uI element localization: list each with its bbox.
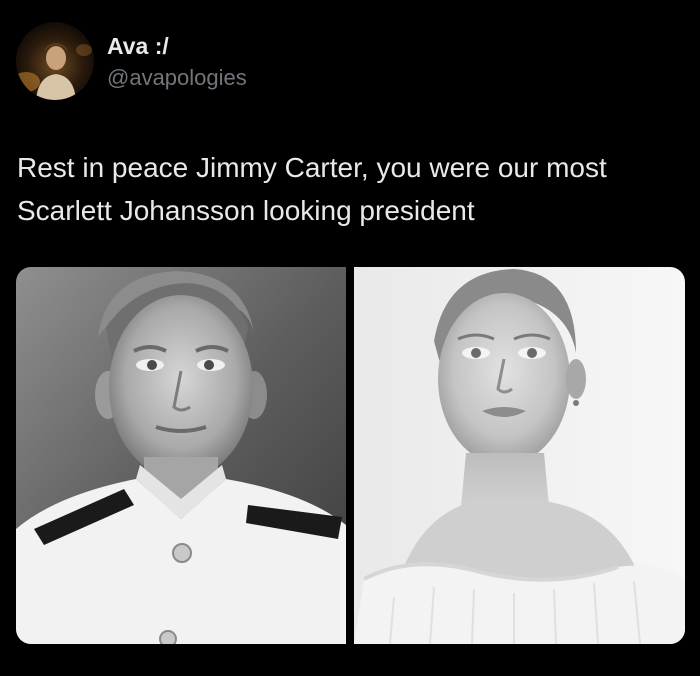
portrait-photo-image (16, 267, 346, 644)
portrait-photo-image (354, 267, 685, 644)
author-display-name[interactable]: Ava :/ (107, 33, 169, 60)
media-photo-right[interactable] (354, 267, 685, 644)
author-avatar[interactable] (16, 22, 94, 100)
media-grid (16, 267, 685, 644)
media-photo-left[interactable] (16, 267, 346, 644)
tweet-text-line: Rest in peace Jimmy Carter, you were our… (17, 152, 607, 183)
avatar-image (16, 22, 94, 100)
tweet-text: Rest in peace Jimmy Carter, you were our… (17, 146, 677, 232)
author-handle[interactable]: @avapologies (107, 65, 247, 91)
tweet-text-line: Scarlett Johansson looking president (17, 195, 475, 226)
tweet-card: Ava :/ @avapologies Rest in peace Jimmy … (0, 0, 700, 676)
